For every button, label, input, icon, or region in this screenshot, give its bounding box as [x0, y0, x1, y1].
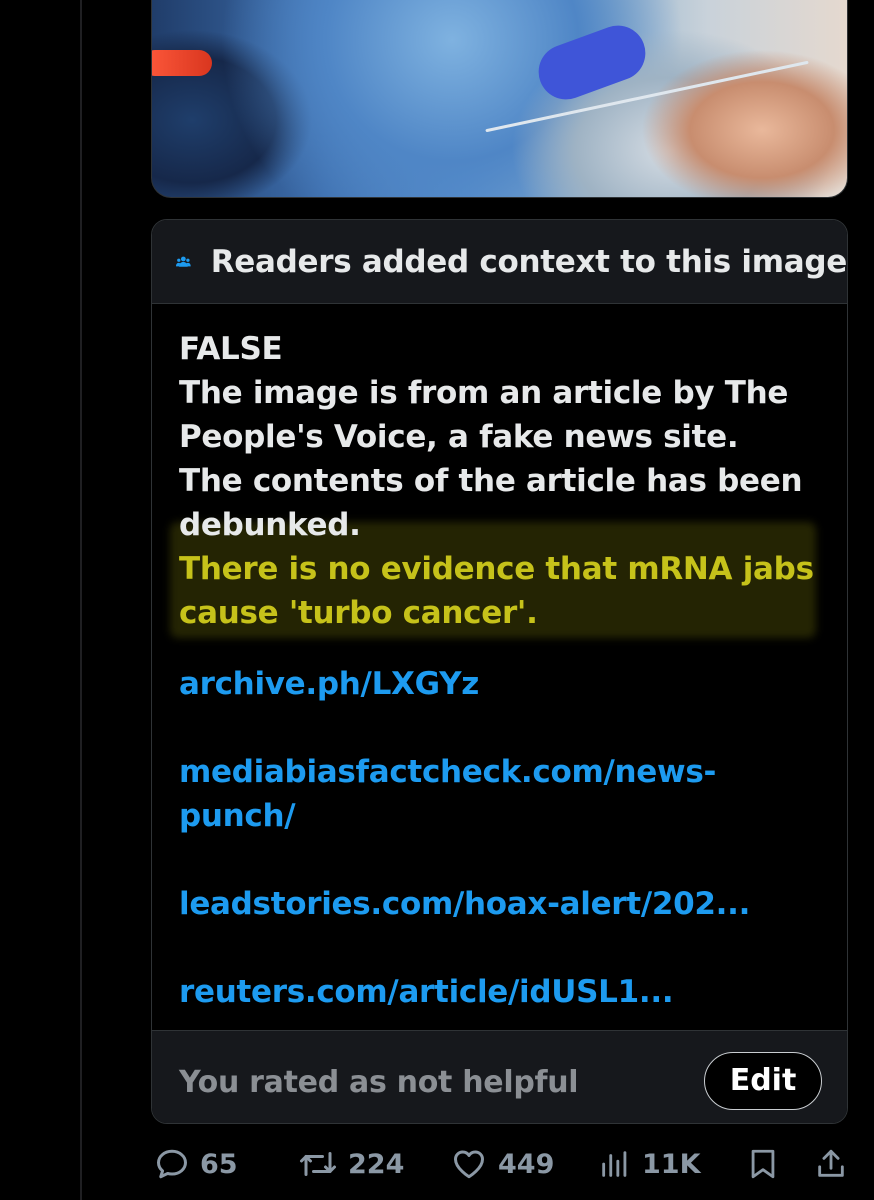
thread-line — [80, 0, 82, 1200]
note-link-leadstories[interactable]: leadstories.com/hoax-alert/202... — [179, 882, 829, 926]
community-note-header[interactable]: Readers added context to this image — [152, 220, 847, 304]
edit-rating-button[interactable]: Edit — [704, 1052, 822, 1110]
like-icon — [454, 1150, 484, 1179]
views-icon — [602, 1151, 627, 1177]
reply-count: 65 — [200, 1148, 238, 1180]
people-icon — [176, 256, 191, 267]
repost-count: 224 — [348, 1148, 405, 1180]
image-detail-glove — [530, 17, 654, 108]
bookmark-icon — [751, 1149, 775, 1179]
image-detail-visor — [152, 50, 212, 76]
community-note-card: Readers added context to this image FALS… — [151, 219, 848, 1124]
note-link-reuters[interactable]: reuters.com/article/idUSL1... — [179, 970, 829, 1014]
repost-icon — [300, 1152, 336, 1176]
tweet-image[interactable] — [151, 0, 848, 198]
note-link-archive[interactable]: archive.ph/LXGYz — [179, 662, 829, 706]
note-line: The contents of the article has been deb… — [179, 463, 803, 543]
reply-button[interactable]: 65 — [154, 1141, 238, 1187]
community-note-text: FALSE The image is from an article by Th… — [179, 327, 829, 635]
share-icon — [818, 1149, 844, 1177]
community-note-title: Readers added context to this image — [210, 243, 847, 280]
note-link-mediabiasfactcheck[interactable]: mediabiasfactcheck.com/news-punch/ — [179, 750, 829, 838]
like-count: 449 — [498, 1148, 555, 1180]
bookmark-button[interactable] — [746, 1141, 780, 1187]
like-button[interactable]: 449 — [450, 1141, 554, 1187]
community-note-footer: You rated as not helpful Edit — [152, 1030, 847, 1123]
reply-icon — [157, 1149, 187, 1179]
image-detail-tube — [485, 60, 809, 133]
views-count: 11K — [642, 1148, 701, 1180]
tweet-action-bar: 65 224 449 11K — [0, 1141, 874, 1187]
note-line: The image is from an article by The Peop… — [179, 375, 789, 455]
repost-button[interactable]: 224 — [298, 1141, 404, 1187]
note-verdict: FALSE — [179, 331, 283, 367]
rating-status: You rated as not helpful — [179, 1065, 579, 1100]
views-button[interactable]: 11K — [598, 1141, 701, 1187]
share-button[interactable] — [814, 1141, 848, 1187]
note-highlighted-line: There is no evidence that mRNA jabs caus… — [179, 551, 814, 631]
note-links: archive.ph/LXGYz mediabiasfactcheck.com/… — [179, 662, 829, 1014]
